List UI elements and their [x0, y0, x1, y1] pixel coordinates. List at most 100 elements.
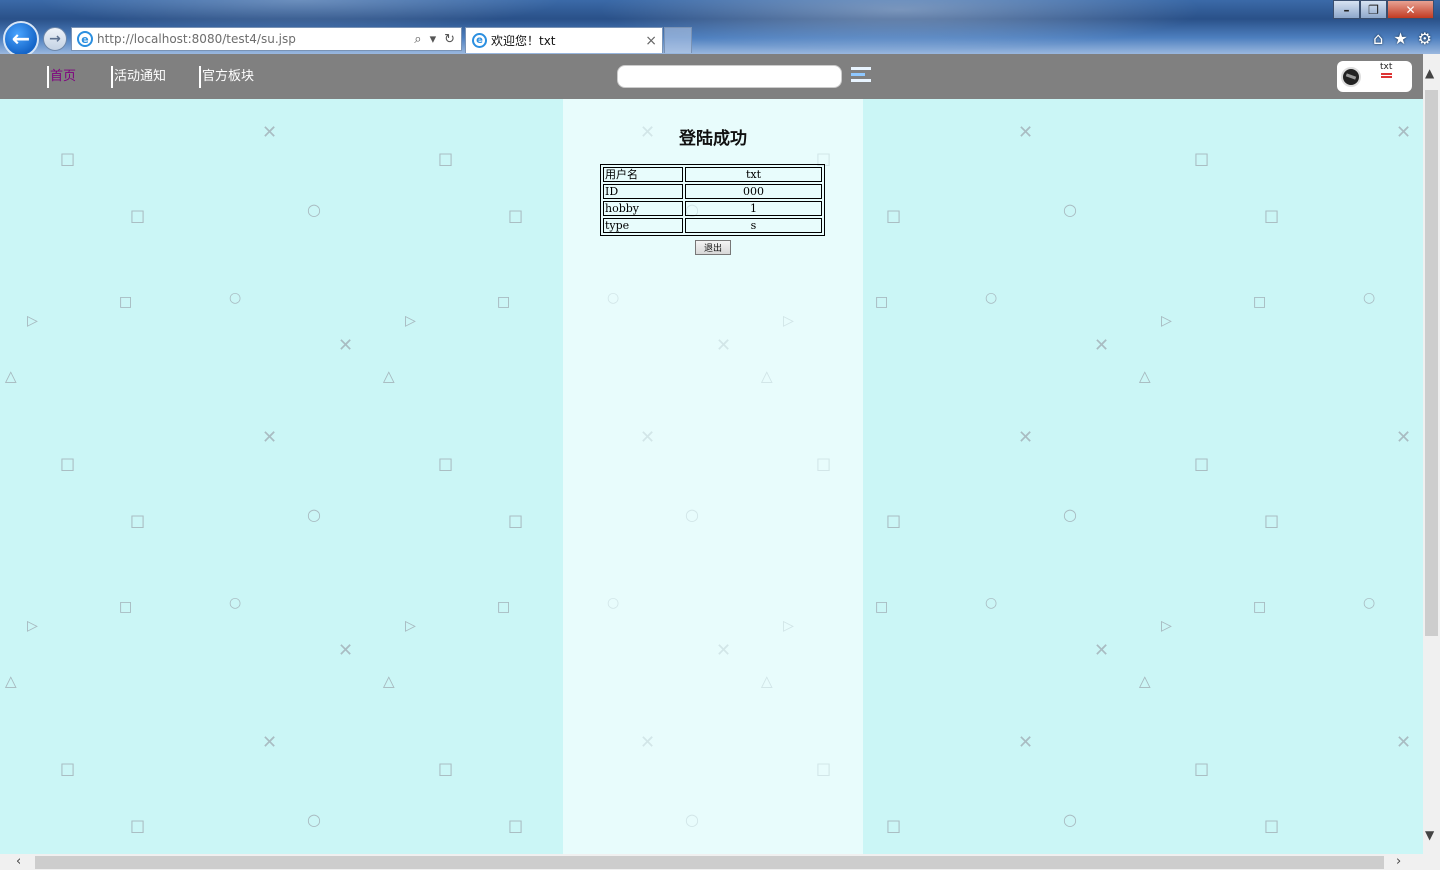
ie-logo-icon: e	[77, 31, 93, 47]
user-badge[interactable]: txt	[1337, 61, 1412, 92]
background-shape: □	[438, 149, 454, 168]
background-shape: △	[383, 367, 395, 385]
background-shape: △	[1139, 367, 1151, 385]
close-window-button[interactable]: ✕	[1387, 0, 1434, 19]
flag-icon	[1381, 73, 1392, 78]
row-value: 000	[685, 184, 822, 199]
settings-gear-icon[interactable]: ⚙	[1418, 29, 1432, 48]
background-shape: ✕	[262, 122, 278, 143]
row-key: type	[603, 218, 683, 233]
scroll-up-icon[interactable]: ▲	[1425, 66, 1434, 80]
table-row: ID 000	[603, 184, 822, 199]
background-shape: ▷	[783, 313, 794, 329]
background-shape: ✕	[1018, 427, 1034, 448]
background-shape: □	[60, 759, 76, 778]
browser-tab[interactable]: e 欢迎您！txt ×	[465, 27, 663, 53]
background-shape: □	[130, 206, 146, 225]
background-shape: ✕	[1094, 640, 1110, 661]
scroll-down-icon[interactable]: ▼	[1425, 828, 1434, 842]
background-shape: □	[1264, 511, 1280, 530]
favorites-star-icon[interactable]: ★	[1393, 29, 1407, 48]
forward-arrow-icon[interactable]: →	[43, 27, 67, 51]
background-shape: ○	[607, 595, 620, 611]
home-icon[interactable]: ⌂	[1373, 29, 1383, 48]
restore-button[interactable]: ❐	[1360, 0, 1387, 19]
table-row: hobby 1	[603, 201, 822, 216]
background-shape: □	[130, 816, 146, 835]
background-shape: △	[5, 672, 17, 690]
background-shape: ○	[985, 595, 998, 611]
background-shape: □	[886, 206, 902, 225]
nav-item-official-section[interactable]: 官方板块	[199, 66, 254, 88]
ie-logo-icon: e	[472, 33, 487, 48]
row-value: txt	[685, 167, 822, 182]
background-shape: ○	[1063, 505, 1077, 524]
background-shape: □	[816, 759, 832, 778]
background-shape: □	[1264, 206, 1280, 225]
vertical-scroll-thumb[interactable]	[1425, 90, 1438, 636]
background-shape: △	[1139, 672, 1151, 690]
vertical-scrollbar[interactable]: ▲ ▼	[1423, 54, 1440, 854]
background-shape: □	[130, 511, 146, 530]
background-shape: ✕	[716, 335, 732, 356]
background-shape: ✕	[1018, 732, 1034, 753]
scroll-left-icon[interactable]: ‹	[16, 854, 21, 869]
background-shape: △	[5, 367, 17, 385]
refresh-icon[interactable]: ↻	[444, 32, 455, 47]
background-shape: ✕	[1396, 427, 1412, 448]
background-shape: △	[383, 672, 395, 690]
background-shape: ✕	[1396, 122, 1412, 143]
minimize-button[interactable]: –	[1333, 0, 1360, 19]
horizontal-scroll-thumb[interactable]	[35, 856, 1384, 869]
new-tab-button[interactable]	[664, 27, 692, 53]
search-input[interactable]	[617, 65, 842, 88]
scroll-right-icon[interactable]: ›	[1396, 854, 1401, 869]
background-shape: □	[60, 454, 76, 473]
background-shape: □	[886, 511, 902, 530]
browser-toolbar-icons: ⌂ ★ ⚙	[1373, 29, 1432, 48]
background-shape: □	[438, 759, 454, 778]
horizontal-scrollbar[interactable]: ‹ ›	[0, 854, 1440, 870]
background-shape: □	[875, 599, 889, 615]
background-shape: ○	[307, 200, 321, 219]
background-shape: □	[119, 599, 133, 615]
logout-button[interactable]: 退出	[695, 240, 731, 255]
background-shape: △	[761, 367, 773, 385]
background-shape: ▷	[27, 618, 38, 634]
background-shape: ✕	[338, 640, 354, 661]
background-shape: △	[761, 672, 773, 690]
site-navbar: 首页 活动通知 官方板块 txt	[0, 54, 1423, 99]
background-shape: ✕	[338, 335, 354, 356]
background-shape: ✕	[1094, 335, 1110, 356]
background-shape: ▷	[405, 618, 416, 634]
dropdown-icon[interactable]: ▾	[430, 32, 437, 47]
nav-item-home[interactable]: 首页	[47, 66, 76, 88]
row-key: 用户名	[603, 167, 683, 182]
tab-close-icon[interactable]: ×	[645, 33, 657, 49]
background-shape: ○	[985, 290, 998, 306]
background-shape: ○	[1063, 200, 1077, 219]
background-shape: ▷	[27, 313, 38, 329]
background-shape: □	[816, 454, 832, 473]
search-icon[interactable]: ⌕	[414, 32, 421, 47]
avatar[interactable]	[1341, 67, 1361, 87]
nav-item-activity-notice[interactable]: 活动通知	[111, 66, 166, 88]
menu-icon[interactable]	[851, 67, 873, 87]
background-shape: ✕	[262, 732, 278, 753]
table-row: 用户名 txt	[603, 167, 822, 182]
background-shape: ✕	[262, 427, 278, 448]
address-bar[interactable]: e http://localhost:8080/test4/su.jsp ⌕ ▾…	[71, 27, 462, 51]
background-shape: □	[886, 816, 902, 835]
background-shape: ○	[1063, 810, 1077, 829]
background-shape: □	[1264, 816, 1280, 835]
background-shape: ✕	[1018, 122, 1034, 143]
back-arrow-icon[interactable]: ←	[3, 21, 39, 54]
background-shape: □	[508, 206, 524, 225]
background-shape: □	[1253, 294, 1267, 310]
url-text[interactable]: http://localhost:8080/test4/su.jsp	[97, 32, 414, 46]
background-shape: ▷	[1161, 618, 1172, 634]
background-shape: □	[60, 149, 76, 168]
background-shape: □	[508, 816, 524, 835]
background-shape: ▷	[783, 618, 794, 634]
background-shape: □	[438, 454, 454, 473]
